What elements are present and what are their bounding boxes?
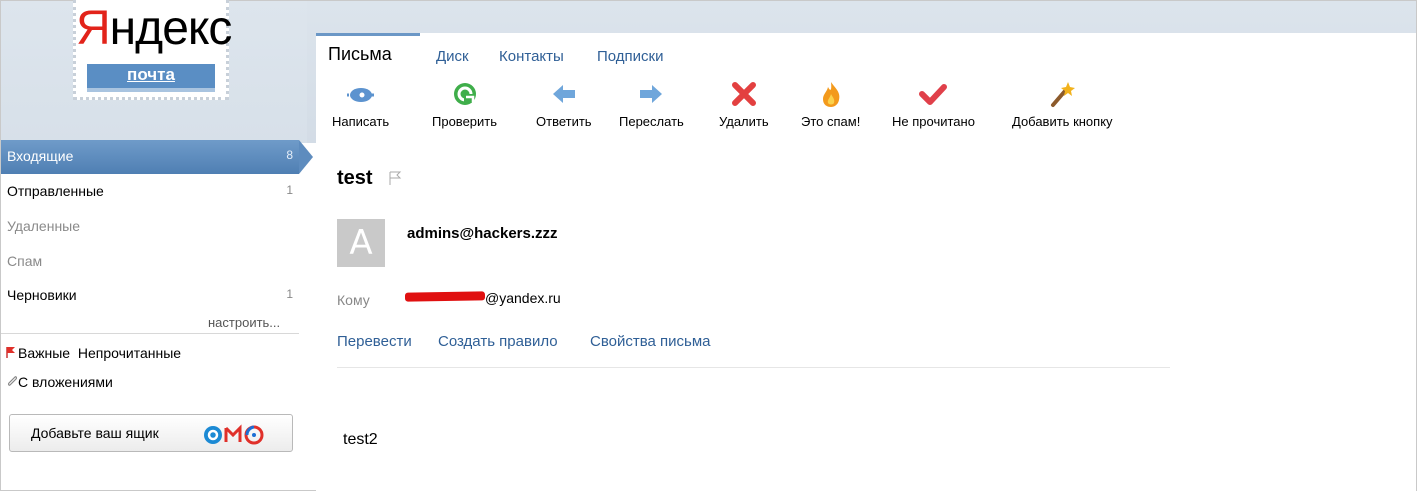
delete-button[interactable]: Удалить — [719, 80, 769, 129]
add-mailbox-button[interactable]: Добавьте ваш ящик — [9, 414, 293, 452]
paperclip-icon — [7, 376, 18, 386]
unread-count: 8 — [286, 148, 293, 162]
logo-wordmark: Яндекс — [76, 2, 232, 55]
flag-outline-icon[interactable] — [388, 171, 402, 185]
tab-disk[interactable]: Диск — [436, 48, 469, 65]
at-sign-icon — [204, 426, 222, 444]
logo-shade — [87, 88, 215, 92]
refresh-icon — [453, 83, 476, 105]
magic-wand-icon — [1051, 82, 1076, 107]
folder-inbox[interactable]: Входящие 8 — [1, 140, 313, 174]
sender-address[interactable]: admins@hackers.zzz — [407, 225, 558, 242]
unread-check-icon — [919, 84, 948, 105]
yandex-mail-logo[interactable]: Яндекс почта — [73, 0, 232, 100]
filter-attachments-row: С вложениями — [6, 374, 113, 390]
redaction-mark — [404, 291, 486, 302]
reply-button[interactable]: Ответить — [536, 80, 592, 129]
filter-unread-link[interactable]: Непрочитанные — [78, 345, 181, 361]
folder-deleted[interactable]: Удаленные — [1, 210, 299, 244]
compose-pen-icon — [346, 88, 374, 102]
delete-x-icon — [731, 82, 756, 106]
create-rule-link[interactable]: Создать правило — [438, 333, 558, 350]
configure-folders-link[interactable]: настроить... — [208, 315, 280, 330]
tab-contacts[interactable]: Контакты — [499, 48, 564, 65]
tab-subscriptions[interactable]: Подписки — [597, 48, 664, 65]
filter-important-row: Важные Непрочитанные — [6, 345, 181, 361]
sender-avatar: A — [337, 219, 385, 267]
tab-letters[interactable]: Письма — [316, 33, 420, 73]
check-mail-button[interactable]: Проверить — [432, 80, 497, 129]
spam-button[interactable]: Это спам! — [801, 80, 860, 129]
folder-spam[interactable]: Спам — [1, 245, 299, 279]
gmail-icon — [224, 424, 242, 442]
reply-arrow-icon — [552, 85, 575, 103]
folder-count: 1 — [286, 287, 293, 301]
filter-important-link[interactable]: Важные — [18, 345, 70, 361]
rambler-icon — [244, 425, 264, 445]
message-properties-link[interactable]: Свойства письма — [590, 333, 711, 350]
message-divider — [337, 367, 1170, 368]
tab-letters-label: Письма — [328, 44, 392, 64]
red-flag-icon — [6, 347, 15, 358]
folder-sent[interactable]: Отправленные 1 — [1, 175, 299, 209]
mail-services-icons — [204, 424, 264, 445]
filter-attachments-link[interactable]: С вложениями — [18, 374, 113, 390]
mark-unread-button[interactable]: Не прочитано — [892, 80, 975, 129]
message-body: test2 — [343, 431, 378, 448]
forward-arrow-icon — [640, 85, 663, 103]
folder-drafts[interactable]: Черновики 1 — [1, 279, 299, 313]
translate-link[interactable]: Перевести — [337, 333, 412, 350]
compose-button[interactable]: Написать — [332, 80, 389, 129]
sidebar-divider — [1, 333, 299, 334]
spam-fire-icon — [822, 82, 840, 107]
recipient-label: Кому — [337, 292, 370, 308]
folder-count: 1 — [286, 183, 293, 197]
recipient-address[interactable]: @yandex.ru — [485, 290, 561, 306]
message-subject: test — [337, 167, 373, 189]
add-button-button[interactable]: Добавить кнопку — [1012, 80, 1113, 129]
logo-service-label: почта — [87, 64, 215, 88]
forward-button[interactable]: Переслать — [619, 80, 684, 129]
